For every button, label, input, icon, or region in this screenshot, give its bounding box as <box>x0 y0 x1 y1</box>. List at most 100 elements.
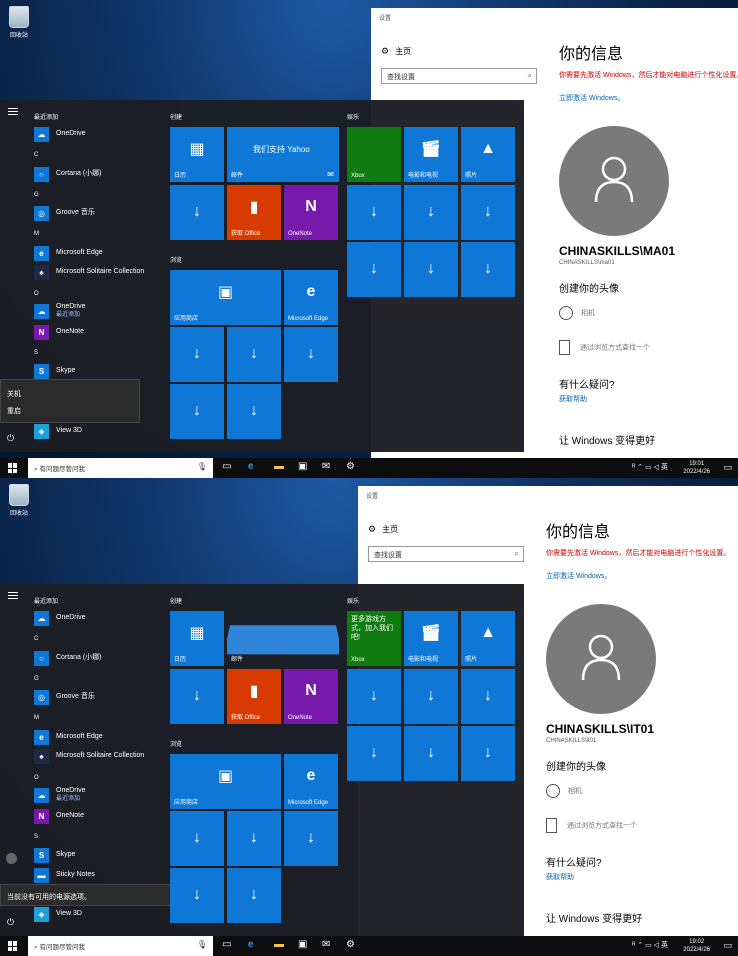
mic-icon[interactable]: 🎙︎ <box>197 462 207 471</box>
camera-option[interactable]: 相机 <box>559 306 595 320</box>
tile-onenote[interactable]: N OneNote <box>284 185 338 240</box>
tile-download[interactable]: ↓ <box>170 327 224 382</box>
tile-mail[interactable]: 邮件 <box>227 611 339 666</box>
shutdown-item[interactable]: 关机 <box>7 389 21 399</box>
tile-download[interactable]: ↓ <box>170 868 224 923</box>
notification-icon[interactable]: ▭ <box>723 940 732 951</box>
tile-download[interactable]: ↓ <box>227 327 281 382</box>
tile-get-office[interactable]: ▮ 获取 Office <box>227 185 281 240</box>
tile-store[interactable]: ▣ 应用商店 <box>170 270 281 325</box>
browse-option[interactable]: 通过浏览方式查找一个 <box>559 340 650 355</box>
taskbar-search[interactable]: ⌕ 有问题尽管问我 🎙︎ <box>28 936 213 956</box>
user-avatar-icon[interactable] <box>6 853 17 864</box>
task-view-icon[interactable]: ▭ <box>222 939 231 950</box>
tile-download[interactable]: ↓ <box>170 384 224 439</box>
store-icon[interactable]: ▣ <box>298 461 307 472</box>
tile-photos[interactable]: ▲ 照片 <box>461 127 515 182</box>
tile-download[interactable]: ↓ <box>284 327 338 382</box>
edge-icon[interactable]: e <box>248 461 254 472</box>
tile-download[interactable]: ↓ <box>227 868 281 923</box>
recycle-bin-icon[interactable]: 回收站 <box>4 6 34 39</box>
list-item[interactable]: ◎ Groove 音乐 <box>34 205 95 221</box>
tile-xbox[interactable]: 更多游戏方式，加入我们吧! Xbox <box>347 611 401 666</box>
list-item[interactable]: ♠ Microsoft Solitaire Collection <box>34 748 144 764</box>
settings-home-link[interactable]: ⚙ 主页 <box>368 524 398 535</box>
tile-download[interactable]: ↓ <box>347 726 401 781</box>
list-item[interactable]: e Microsoft Edge <box>34 245 103 261</box>
settings-search-input[interactable]: 查找设置 ⌕ <box>368 546 524 562</box>
list-item[interactable]: N OneNote <box>34 324 84 340</box>
mail-icon[interactable]: ✉ <box>322 939 330 950</box>
power-icon[interactable]: ⏻ <box>7 917 14 928</box>
store-icon[interactable]: ▣ <box>298 939 307 950</box>
tile-download[interactable]: ↓ <box>404 242 458 297</box>
list-item[interactable]: ☁ OneDrive 最近添加 <box>34 303 86 319</box>
list-item[interactable]: ○ Cortana (小娜) <box>34 650 102 666</box>
list-item[interactable]: ☁ OneDrive 最近添加 <box>34 787 86 803</box>
system-tray[interactable]: ᴿ ⌃ ▭ ◁ 英 <box>632 462 668 472</box>
edge-icon[interactable]: e <box>248 939 254 950</box>
tile-store[interactable]: ▣ 应用商店 <box>170 754 281 809</box>
list-item[interactable]: ☁ OneDrive <box>34 610 86 626</box>
list-item[interactable]: e Microsoft Edge <box>34 729 103 745</box>
tile-movies[interactable]: 🎬︎ 电影和电视 <box>404 127 458 182</box>
tile-download[interactable]: ↓ <box>170 185 224 240</box>
windows-start-icon[interactable] <box>8 941 18 951</box>
activate-link[interactable]: 立即激活 Windows。 <box>546 571 611 581</box>
clock[interactable]: 19:01 2022/4/26 <box>683 460 710 476</box>
tile-mail[interactable]: 我们支持 Yahoo 邮件 ✉ <box>227 127 339 182</box>
power-icon[interactable]: ⏻ <box>7 433 14 444</box>
list-item[interactable]: ◈ View 3D <box>34 423 82 439</box>
system-tray[interactable]: ᴿ ⌃ ▭ ◁ 英 <box>632 940 668 950</box>
tile-download[interactable]: ↓ <box>347 242 401 297</box>
folder-icon[interactable]: ▬ <box>274 461 284 472</box>
list-item[interactable]: ◈ View 3D <box>34 906 82 922</box>
tile-download[interactable]: ↓ <box>461 242 515 297</box>
tile-movies[interactable]: 🎬︎ 电影和电视 <box>404 611 458 666</box>
list-item[interactable]: ♠ Microsoft Solitaire Collection <box>34 264 144 280</box>
list-item[interactable]: S Skype <box>34 847 75 863</box>
tile-download[interactable]: ↓ <box>347 185 401 240</box>
list-item[interactable]: ▬ Sticky Notes <box>34 867 95 883</box>
list-item[interactable]: ◎ Groove 音乐 <box>34 689 95 705</box>
recycle-bin-icon[interactable]: 回收站 <box>4 484 34 517</box>
tile-onenote[interactable]: N OneNote <box>284 669 338 724</box>
settings-home-link[interactable]: ⚙ 主页 <box>381 46 411 57</box>
tile-download[interactable]: ↓ <box>227 384 281 439</box>
tile-download[interactable]: ↓ <box>461 185 515 240</box>
folder-icon[interactable]: ▬ <box>274 939 284 950</box>
tile-download[interactable]: ↓ <box>227 811 281 866</box>
taskbar-search[interactable]: ⌕ 有问题尽管问我 🎙︎ <box>28 458 213 478</box>
task-view-icon[interactable]: ▭ <box>222 461 231 472</box>
mic-icon[interactable]: 🎙︎ <box>197 940 207 949</box>
tile-download[interactable]: ↓ <box>404 185 458 240</box>
browse-option[interactable]: 通过浏览方式查找一个 <box>546 818 637 833</box>
tile-edge[interactable]: e Microsoft Edge <box>284 754 338 809</box>
list-item[interactable]: ☁ OneDrive <box>34 126 86 142</box>
tile-download[interactable]: ↓ <box>404 726 458 781</box>
tile-download[interactable]: ↓ <box>461 669 515 724</box>
camera-option[interactable]: 相机 <box>546 784 582 798</box>
tile-get-office[interactable]: ▮ 获取 Office <box>227 669 281 724</box>
hamburger-icon[interactable] <box>8 108 18 117</box>
tile-download[interactable]: ↓ <box>170 811 224 866</box>
tile-xbox[interactable]: Xbox <box>347 127 401 182</box>
list-item[interactable]: S Skype <box>34 363 75 379</box>
hamburger-icon[interactable] <box>8 592 18 601</box>
tile-photos[interactable]: ▲ 照片 <box>461 611 515 666</box>
list-item[interactable]: N OneNote <box>34 808 84 824</box>
mail-icon[interactable]: ✉ <box>322 461 330 472</box>
get-help-link[interactable]: 获取帮助 <box>546 872 574 882</box>
list-item[interactable]: ○ Cortana (小娜) <box>34 166 102 182</box>
settings-icon[interactable]: ⚙ <box>346 939 355 950</box>
tile-calendar[interactable]: ▦ 日历 <box>170 127 224 182</box>
restart-item[interactable]: 重启 <box>7 406 21 416</box>
clock[interactable]: 19:02 2022/4/26 <box>683 938 710 954</box>
tile-download[interactable]: ↓ <box>461 726 515 781</box>
notification-icon[interactable]: ▭ <box>723 462 732 473</box>
activate-link[interactable]: 立即激活 Windows。 <box>559 93 624 103</box>
tile-download[interactable]: ↓ <box>284 811 338 866</box>
tile-download[interactable]: ↓ <box>347 669 401 724</box>
tile-edge[interactable]: e Microsoft Edge <box>284 270 338 325</box>
settings-icon[interactable]: ⚙ <box>346 461 355 472</box>
